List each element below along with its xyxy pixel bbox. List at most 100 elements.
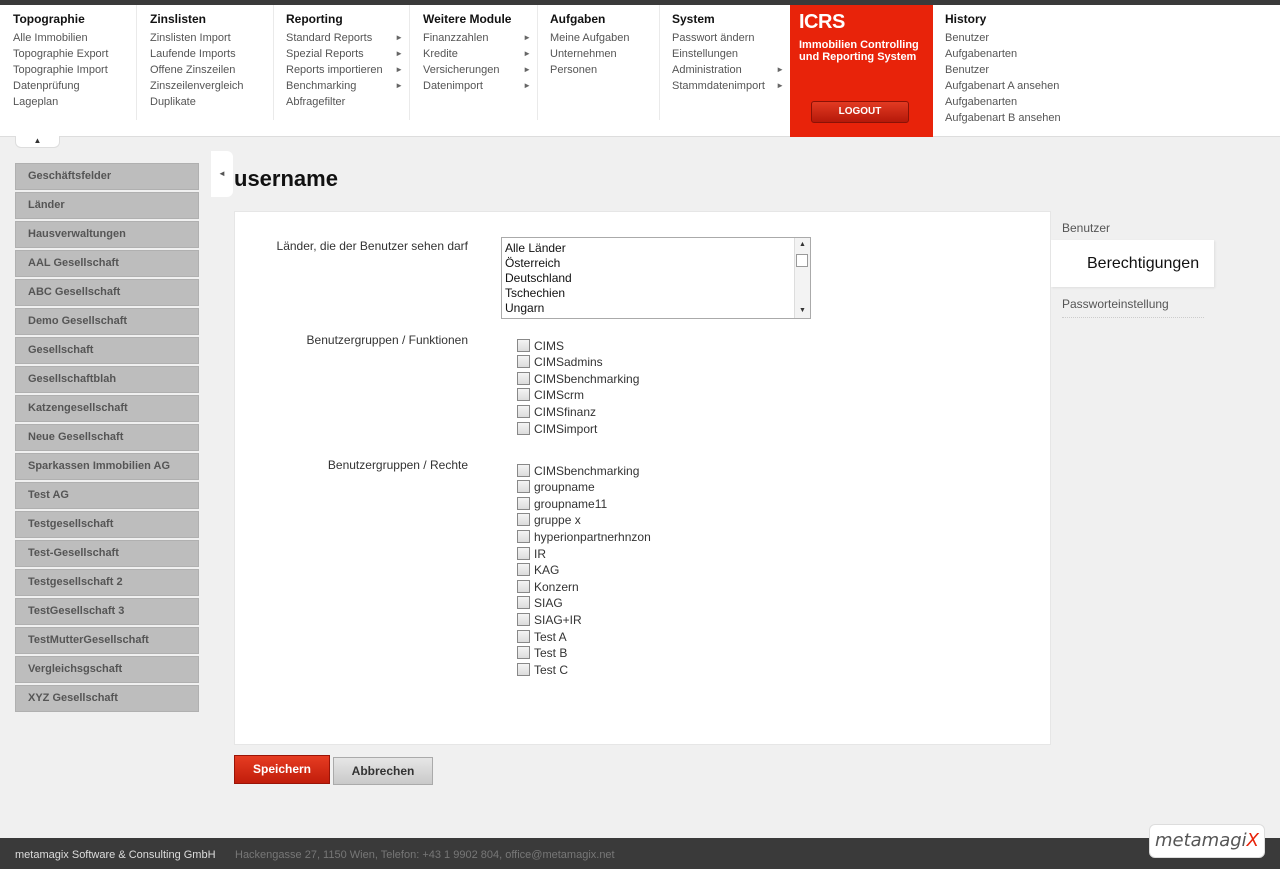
tab-benutzer[interactable]: Benutzer [1051, 211, 1214, 240]
checkbox[interactable] [517, 529, 530, 543]
sidebar-item[interactable]: Gesellschaftblah [15, 366, 199, 393]
sidebar-item[interactable]: Geschäftsfelder [15, 163, 199, 190]
nav-link[interactable]: Offene Zinszeilen [150, 62, 273, 78]
countries-listbox[interactable]: Alle Länder Österreich Deutschland Tsche… [501, 237, 811, 319]
nav-link[interactable]: Einstellungen [672, 46, 790, 62]
sidebar-item[interactable]: Test AG [15, 482, 199, 509]
checkbox[interactable] [517, 404, 530, 418]
checkbox-row[interactable]: groupname [517, 478, 651, 494]
checkbox[interactable] [517, 463, 530, 477]
nav-link[interactable]: Datenprüfung [13, 78, 136, 94]
history-link[interactable]: Aufgabenarten [945, 94, 1061, 110]
sidebar-item[interactable]: TestMutterGesellschaft [15, 627, 199, 654]
checkbox-row[interactable]: SIAG+IR [517, 610, 651, 627]
history-link[interactable]: Benutzer [945, 30, 1061, 46]
nav-link[interactable]: Benchmarking ► [286, 78, 409, 94]
nav-heading[interactable]: Aufgaben [550, 12, 659, 26]
checkbox-row[interactable]: Konzern [517, 577, 651, 594]
nav-heading[interactable]: Topographie [13, 12, 136, 26]
checkbox-row[interactable]: Test B [517, 644, 651, 660]
checkbox-row[interactable]: SIAG [517, 594, 651, 610]
tab-berechtigungen[interactable]: Berechtigungen [1051, 240, 1214, 287]
scroll-thumb[interactable] [796, 254, 808, 267]
checkbox-row[interactable]: CIMSbenchmarking [517, 369, 639, 386]
checkbox[interactable] [517, 513, 530, 527]
checkbox[interactable] [517, 579, 530, 593]
checkbox-row[interactable]: CIMSbenchmarking [517, 461, 651, 478]
sidebar-item[interactable]: Vergleichsgschaft [15, 656, 199, 683]
checkbox[interactable] [517, 546, 530, 560]
checkbox[interactable] [517, 421, 530, 435]
nav-link[interactable]: Lageplan [13, 94, 136, 110]
listbox-option[interactable]: Alle Länder [505, 241, 810, 256]
metamagix-logo[interactable]: metamagiX [1149, 824, 1265, 858]
checkbox-row[interactable]: Test A [517, 627, 651, 644]
sidebar-toggle[interactable]: ◄ [211, 151, 233, 197]
checkbox-row[interactable]: groupname11 [517, 494, 651, 511]
sidebar-item[interactable]: Testgesellschaft 2 [15, 569, 199, 596]
nav-link[interactable]: Zinslisten Import [150, 30, 273, 46]
checkbox[interactable] [517, 646, 530, 660]
collapse-nav-button[interactable]: ▲ [15, 136, 60, 148]
checkbox[interactable] [517, 496, 530, 510]
checkbox-row[interactable]: gruppe x [517, 511, 651, 527]
sidebar-item[interactable]: Sparkassen Immobilien AG [15, 453, 199, 480]
sidebar-item[interactable]: Neue Gesellschaft [15, 424, 199, 451]
checkbox-row[interactable]: CIMScrm [517, 386, 639, 402]
nav-link[interactable]: Personen [550, 62, 659, 78]
logout-button[interactable]: LOGOUT [811, 101, 909, 123]
checkbox[interactable] [517, 612, 530, 626]
sidebar-item[interactable]: Testgesellschaft [15, 511, 199, 538]
checkbox[interactable] [517, 629, 530, 643]
sidebar-item[interactable]: Gesellschaft [15, 337, 199, 364]
listbox-option[interactable]: Tschechien [505, 286, 810, 301]
cancel-button[interactable]: Abbrechen [333, 757, 433, 785]
history-link[interactable]: Aufgabenarten [945, 46, 1061, 62]
nav-link[interactable]: Unternehmen [550, 46, 659, 62]
scroll-down-icon[interactable]: ▼ [795, 304, 810, 318]
nav-link[interactable]: Spezial Reports ► [286, 46, 409, 62]
checkbox-row[interactable]: CIMS [517, 336, 639, 353]
checkbox-row[interactable]: Test C [517, 660, 651, 677]
nav-link[interactable]: Finanzzahlen ► [423, 30, 537, 46]
listbox-option[interactable]: Ungarn [505, 301, 810, 316]
nav-link[interactable]: Laufende Imports [150, 46, 273, 62]
checkbox[interactable] [517, 371, 530, 385]
nav-link[interactable]: Datenimport ► [423, 78, 537, 94]
nav-link[interactable]: Administration ► [672, 62, 790, 78]
nav-heading[interactable]: System [672, 12, 790, 26]
nav-link[interactable]: Kredite ► [423, 46, 537, 62]
sidebar-item[interactable]: Demo Gesellschaft [15, 308, 199, 335]
nav-link[interactable]: Reports importieren ► [286, 62, 409, 78]
sidebar-item[interactable]: Hausverwaltungen [15, 221, 199, 248]
checkbox[interactable] [517, 662, 530, 676]
checkbox-row[interactable]: CIMSadmins [517, 353, 639, 369]
nav-link[interactable]: Abfragefilter [286, 94, 409, 110]
listbox-scrollbar[interactable]: ▲ ▼ [794, 238, 810, 318]
nav-link[interactable]: Topographie Import [13, 62, 136, 78]
scroll-up-icon[interactable]: ▲ [795, 238, 810, 252]
history-link[interactable]: Benutzer [945, 62, 1061, 78]
sidebar-item[interactable]: Test-Gesellschaft [15, 540, 199, 567]
listbox-option[interactable]: Deutschland [505, 271, 810, 286]
sidebar-item[interactable]: AAL Gesellschaft [15, 250, 199, 277]
sidebar-item[interactable]: Länder [15, 192, 199, 219]
nav-link[interactable]: Topographie Export [13, 46, 136, 62]
checkbox[interactable] [517, 338, 530, 352]
listbox-option[interactable]: Österreich [505, 256, 810, 271]
checkbox[interactable] [517, 596, 530, 610]
nav-heading[interactable]: Zinslisten [150, 12, 273, 26]
checkbox[interactable] [517, 480, 530, 494]
checkbox[interactable] [517, 563, 530, 577]
nav-link[interactable]: Alle Immobilien [13, 30, 136, 46]
nav-heading[interactable]: Reporting [286, 12, 409, 26]
checkbox-row[interactable]: CIMSfinanz [517, 402, 639, 419]
tab-passworteinstellung[interactable]: Passworteinstellung [1051, 287, 1214, 317]
checkbox-row[interactable]: CIMSimport [517, 419, 639, 436]
nav-link[interactable]: Standard Reports ► [286, 30, 409, 46]
checkbox-row[interactable]: KAG [517, 561, 651, 577]
checkbox-row[interactable]: hyperionpartnerhnzon [517, 527, 651, 544]
nav-heading[interactable]: Weitere Module [423, 12, 537, 26]
save-button[interactable]: Speichern [234, 755, 330, 784]
nav-link[interactable]: Versicherungen ► [423, 62, 537, 78]
